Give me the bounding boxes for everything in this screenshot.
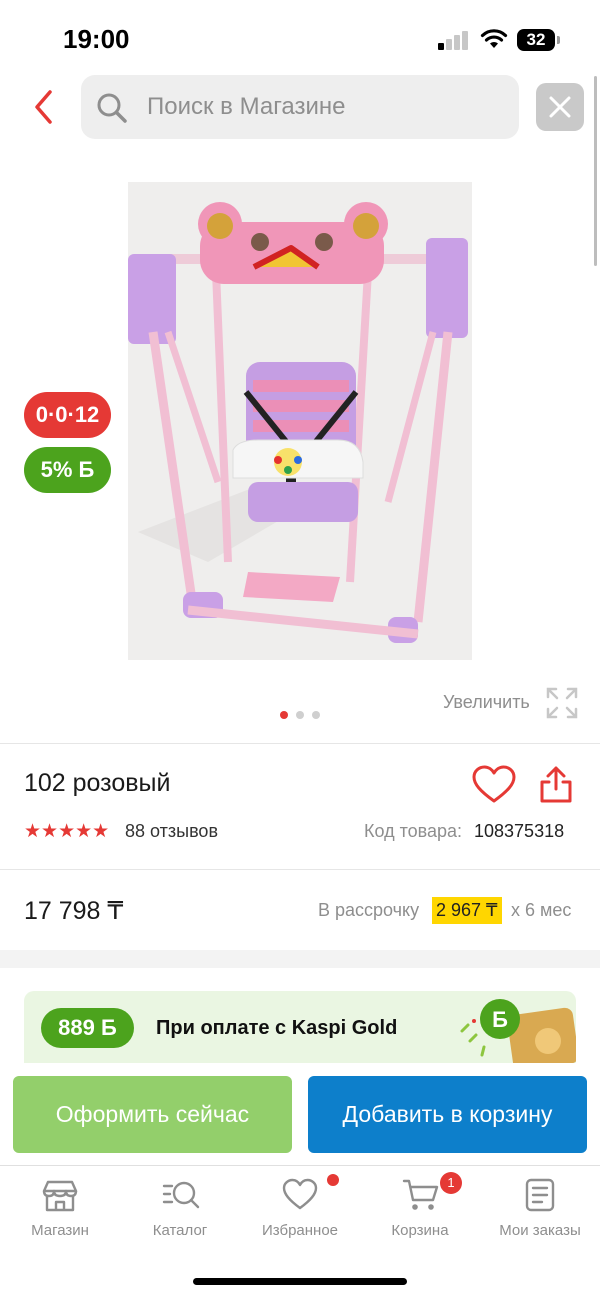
pager-dot [296, 711, 304, 719]
tab-label: Каталог [152, 1222, 208, 1239]
kaspi-gold-promo[interactable]: 889 Б При оплате с Kaspi Gold Б [24, 991, 576, 1063]
tab-label: Мои заказы [499, 1222, 581, 1239]
installment-term: x 6 мес [511, 900, 572, 920]
reviews-link[interactable]: 88 отзывов [125, 821, 218, 842]
battery-indicator: 32 [517, 29, 560, 51]
search-icon [97, 93, 127, 123]
tab-label: Магазин [31, 1222, 89, 1239]
tab-store[interactable]: Магазин [0, 1166, 120, 1256]
pager-dot [312, 711, 320, 719]
search-placeholder: Поиск в Магазине [147, 93, 346, 120]
favorite-heart-icon[interactable] [472, 765, 516, 805]
promo-text: При оплате с Kaspi Gold [156, 1017, 398, 1039]
scroll-indicator[interactable] [594, 76, 597, 266]
tab-label: Корзина [391, 1222, 449, 1239]
close-search-button[interactable] [536, 83, 584, 131]
expand-icon[interactable] [546, 687, 578, 719]
store-icon [42, 1180, 78, 1212]
checkout-now-button[interactable]: Оформить сейчас [13, 1076, 292, 1153]
add-to-cart-button[interactable]: Добавить в корзину [308, 1076, 587, 1153]
installment-badge: 0·0·12 [24, 392, 111, 438]
share-icon[interactable] [538, 765, 574, 805]
divider [0, 869, 600, 870]
chevron-left-icon [35, 90, 52, 124]
tab-cart[interactable]: Корзина [360, 1166, 480, 1256]
sku-label: Код товара: [364, 821, 463, 841]
catalog-search-icon [162, 1181, 200, 1209]
tab-label: Избранное [261, 1222, 339, 1239]
sku-value: 108375318 [474, 821, 565, 841]
back-button[interactable] [26, 86, 64, 128]
orders-icon [525, 1178, 555, 1212]
home-indicator [193, 1278, 407, 1285]
svg-text:Б: Б [492, 1007, 508, 1032]
status-bar: 19:00 32 [0, 0, 600, 76]
favorites-notification-dot [327, 1174, 339, 1186]
tab-catalog[interactable]: Каталог [120, 1166, 240, 1256]
tab-favorites[interactable]: Избранное [240, 1166, 360, 1256]
kaspi-card-illustration-icon: Б [460, 999, 576, 1063]
installment-label: В рассрочку [318, 900, 420, 920]
cart-count-badge: 1 [440, 1172, 462, 1194]
cart-icon [402, 1179, 439, 1210]
close-icon [549, 96, 571, 118]
bonus-badge: 5% Б [24, 447, 111, 493]
zoom-label[interactable]: Увеличить [443, 692, 530, 713]
promo-bonus-badge: 889 Б [41, 1008, 134, 1048]
product-image[interactable] [128, 182, 472, 660]
search-input[interactable]: Поиск в Магазине [81, 75, 519, 139]
installment-amount: 2 967 ₸ [432, 897, 502, 924]
rating-stars: ★★★★★ [24, 821, 110, 842]
divider [0, 743, 600, 744]
cellular-signal-icon [438, 30, 470, 50]
product-title: 102 розовый [24, 769, 171, 797]
heart-icon [282, 1178, 318, 1210]
status-time: 19:00 [63, 24, 130, 54]
section-separator [0, 950, 600, 968]
product-price: 17 798 ₸ [24, 897, 124, 925]
pager-dot [280, 711, 288, 719]
wifi-icon [480, 29, 508, 48]
tab-my-orders[interactable]: Мои заказы [480, 1166, 600, 1256]
